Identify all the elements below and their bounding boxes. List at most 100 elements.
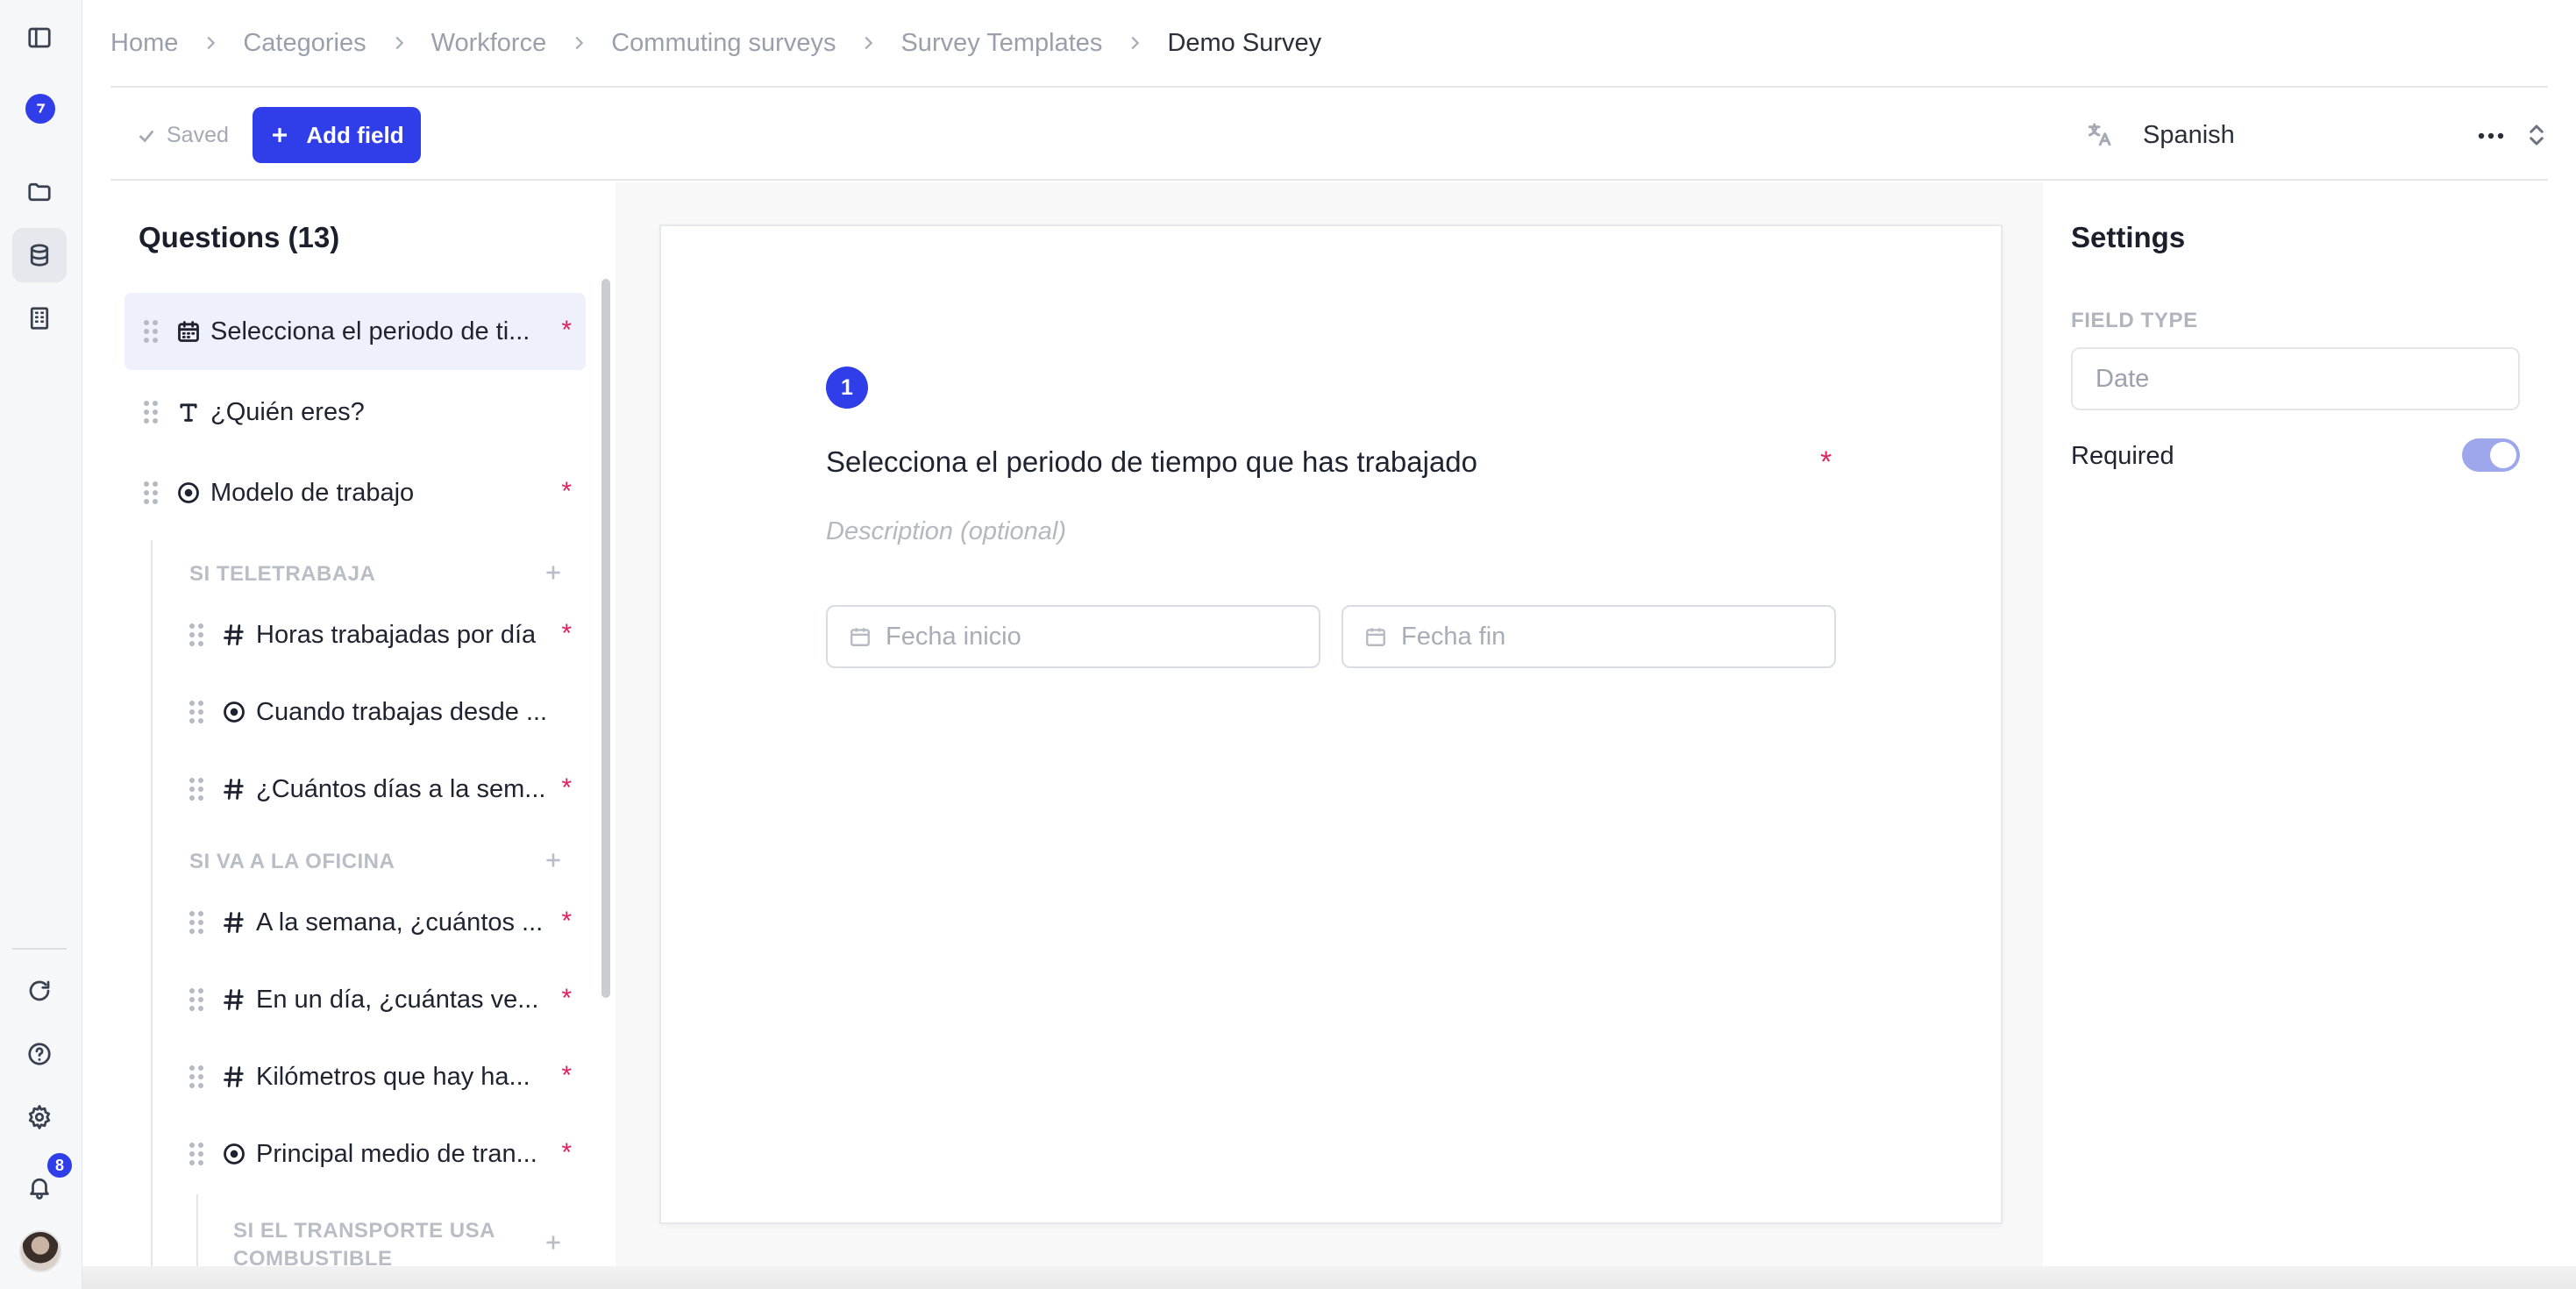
question-item[interactable]: Modelo de trabajo * <box>125 454 586 531</box>
sidebar-toggle-icon[interactable] <box>12 11 67 65</box>
calendar-icon <box>175 318 202 345</box>
questions-panel: Questions (13) Selecciona el periodo de … <box>110 182 616 1289</box>
breadcrumb-commuting-surveys[interactable]: Commuting surveys <box>611 29 836 58</box>
question-number-badge: 1 <box>826 367 868 409</box>
rail-divider <box>12 948 67 950</box>
radio-icon <box>175 480 202 506</box>
question-label: ¿Quién eres? <box>210 397 365 426</box>
question-label: Modelo de trabajo <box>210 478 415 507</box>
drag-handle-icon[interactable] <box>189 1143 207 1165</box>
question-item[interactable]: ¿Cuántos días a la sem... * <box>189 751 586 828</box>
hash-icon <box>221 622 247 648</box>
question-label: Horas trabajadas por día <box>256 620 537 649</box>
required-marker: * <box>561 984 572 1013</box>
required-marker: * <box>1820 445 1832 479</box>
breadcrumb-categories[interactable]: Categories <box>243 29 366 58</box>
drag-handle-icon[interactable] <box>144 320 161 343</box>
question-label: Selecciona el periodo de ti... <box>210 317 530 345</box>
settings-title: Settings <box>2071 221 2186 253</box>
add-to-group-icon[interactable] <box>542 1231 568 1257</box>
drag-handle-icon[interactable] <box>189 623 207 646</box>
radio-icon <box>221 1141 247 1167</box>
breadcrumb-survey-templates[interactable]: Survey Templates <box>900 29 1102 58</box>
required-marker: * <box>561 316 572 345</box>
breadcrumb-demo-survey: Demo Survey <box>1167 28 1322 57</box>
question-item[interactable]: Principal medio de tran... * <box>189 1115 586 1193</box>
question-label: Kilómetros que hay ha... <box>256 1062 530 1091</box>
hash-icon <box>221 776 247 802</box>
gear-icon[interactable] <box>12 1090 67 1144</box>
required-marker: * <box>561 477 572 506</box>
plus-icon <box>273 128 288 142</box>
add-field-button[interactable]: Add field <box>253 107 421 163</box>
end-date-input[interactable]: Fecha fin <box>1341 605 1836 668</box>
toolbar: Saved Add field Spanish <box>110 88 2548 181</box>
drag-handle-icon[interactable] <box>189 1065 207 1088</box>
drag-handle-icon[interactable] <box>189 778 207 801</box>
database-icon[interactable] <box>12 228 67 282</box>
question-item[interactable]: Cuando trabajas desde ... <box>189 673 586 751</box>
description-input[interactable]: Description (optional) <box>826 517 1066 546</box>
question-item[interactable]: ¿Quién eres? <box>125 374 586 451</box>
question-label: En un día, ¿cuántas ve... <box>256 985 539 1014</box>
drag-handle-icon[interactable] <box>144 481 161 504</box>
settings-panel: Settings FIELD TYPE Date Required <box>2043 182 2548 1289</box>
required-marker: * <box>561 907 572 936</box>
avatar[interactable] <box>19 1230 61 1272</box>
breadcrumb-home[interactable]: Home <box>110 29 178 58</box>
calendar-icon <box>850 628 870 646</box>
drag-handle-icon[interactable] <box>189 701 207 723</box>
questions-scrollbar[interactable] <box>601 279 610 998</box>
group-nesting-line <box>151 540 153 1289</box>
chevron-right-icon <box>569 33 588 53</box>
chevron-right-icon <box>1125 33 1144 53</box>
start-date-placeholder: Fecha inicio <box>886 622 1021 651</box>
text-icon <box>175 399 202 425</box>
question-item[interactable]: En un día, ¿cuántas ve... * <box>189 961 586 1038</box>
refresh-icon[interactable] <box>12 964 67 1018</box>
question-title[interactable]: Selecciona el periodo de tiempo que has … <box>826 445 1477 479</box>
help-icon[interactable] <box>12 1027 67 1081</box>
drag-handle-icon[interactable] <box>189 988 207 1011</box>
question-card[interactable]: 1 Selecciona el periodo de tiempo que ha… <box>659 224 2003 1224</box>
app-logo-icon[interactable] <box>25 94 55 124</box>
question-label: ¿Cuántos días a la sem... <box>256 774 546 803</box>
toggle-knob <box>2490 442 2516 468</box>
question-item[interactable]: Selecciona el periodo de ti... * <box>125 293 586 370</box>
window-bottom-edge <box>82 1266 2576 1289</box>
field-type-label: FIELD TYPE <box>2071 309 2198 332</box>
chevron-right-icon <box>858 33 878 53</box>
required-marker: * <box>561 619 572 648</box>
translate-icon <box>2085 121 2113 149</box>
end-date-placeholder: Fecha fin <box>1401 622 1506 651</box>
field-type-field[interactable]: Date <box>2071 347 2520 410</box>
folder-icon[interactable] <box>12 165 67 219</box>
group-heading: SI EL TRANSPORTE USA COMBUSTIBLE <box>233 1219 495 1271</box>
group-heading: SI TELETRABAJA <box>189 562 376 586</box>
question-label: Principal medio de tran... <box>256 1139 537 1168</box>
start-date-input[interactable]: Fecha inicio <box>826 605 1320 668</box>
required-label: Required <box>2071 442 2174 470</box>
calendar-icon <box>1366 628 1385 646</box>
building-icon[interactable] <box>12 291 67 345</box>
radio-icon <box>221 699 247 725</box>
drag-handle-icon[interactable] <box>144 401 161 424</box>
drag-handle-icon[interactable] <box>189 911 207 934</box>
editor-canvas: 1 Selecciona el periodo de tiempo que ha… <box>616 182 2043 1266</box>
question-item[interactable]: Kilómetros que hay ha... * <box>189 1038 586 1115</box>
add-to-group-icon[interactable] <box>542 849 568 875</box>
question-item[interactable]: Horas trabajadas por día * <box>189 596 586 673</box>
language-select[interactable]: Spanish <box>2074 109 2544 161</box>
question-item[interactable]: A la semana, ¿cuántos ... * <box>189 884 586 961</box>
required-marker: * <box>561 773 572 802</box>
chevron-right-icon <box>389 33 409 53</box>
check-icon <box>139 130 154 143</box>
more-options-icon[interactable] <box>2469 114 2513 158</box>
breadcrumb-workforce[interactable]: Workforce <box>431 29 547 58</box>
add-field-label: Add field <box>306 121 404 148</box>
hash-icon <box>221 909 247 936</box>
add-to-group-icon[interactable] <box>542 561 568 588</box>
questions-title: Questions (13) <box>139 221 340 253</box>
group-heading: SI VA A LA OFICINA <box>189 850 395 873</box>
required-toggle[interactable] <box>2462 438 2520 472</box>
